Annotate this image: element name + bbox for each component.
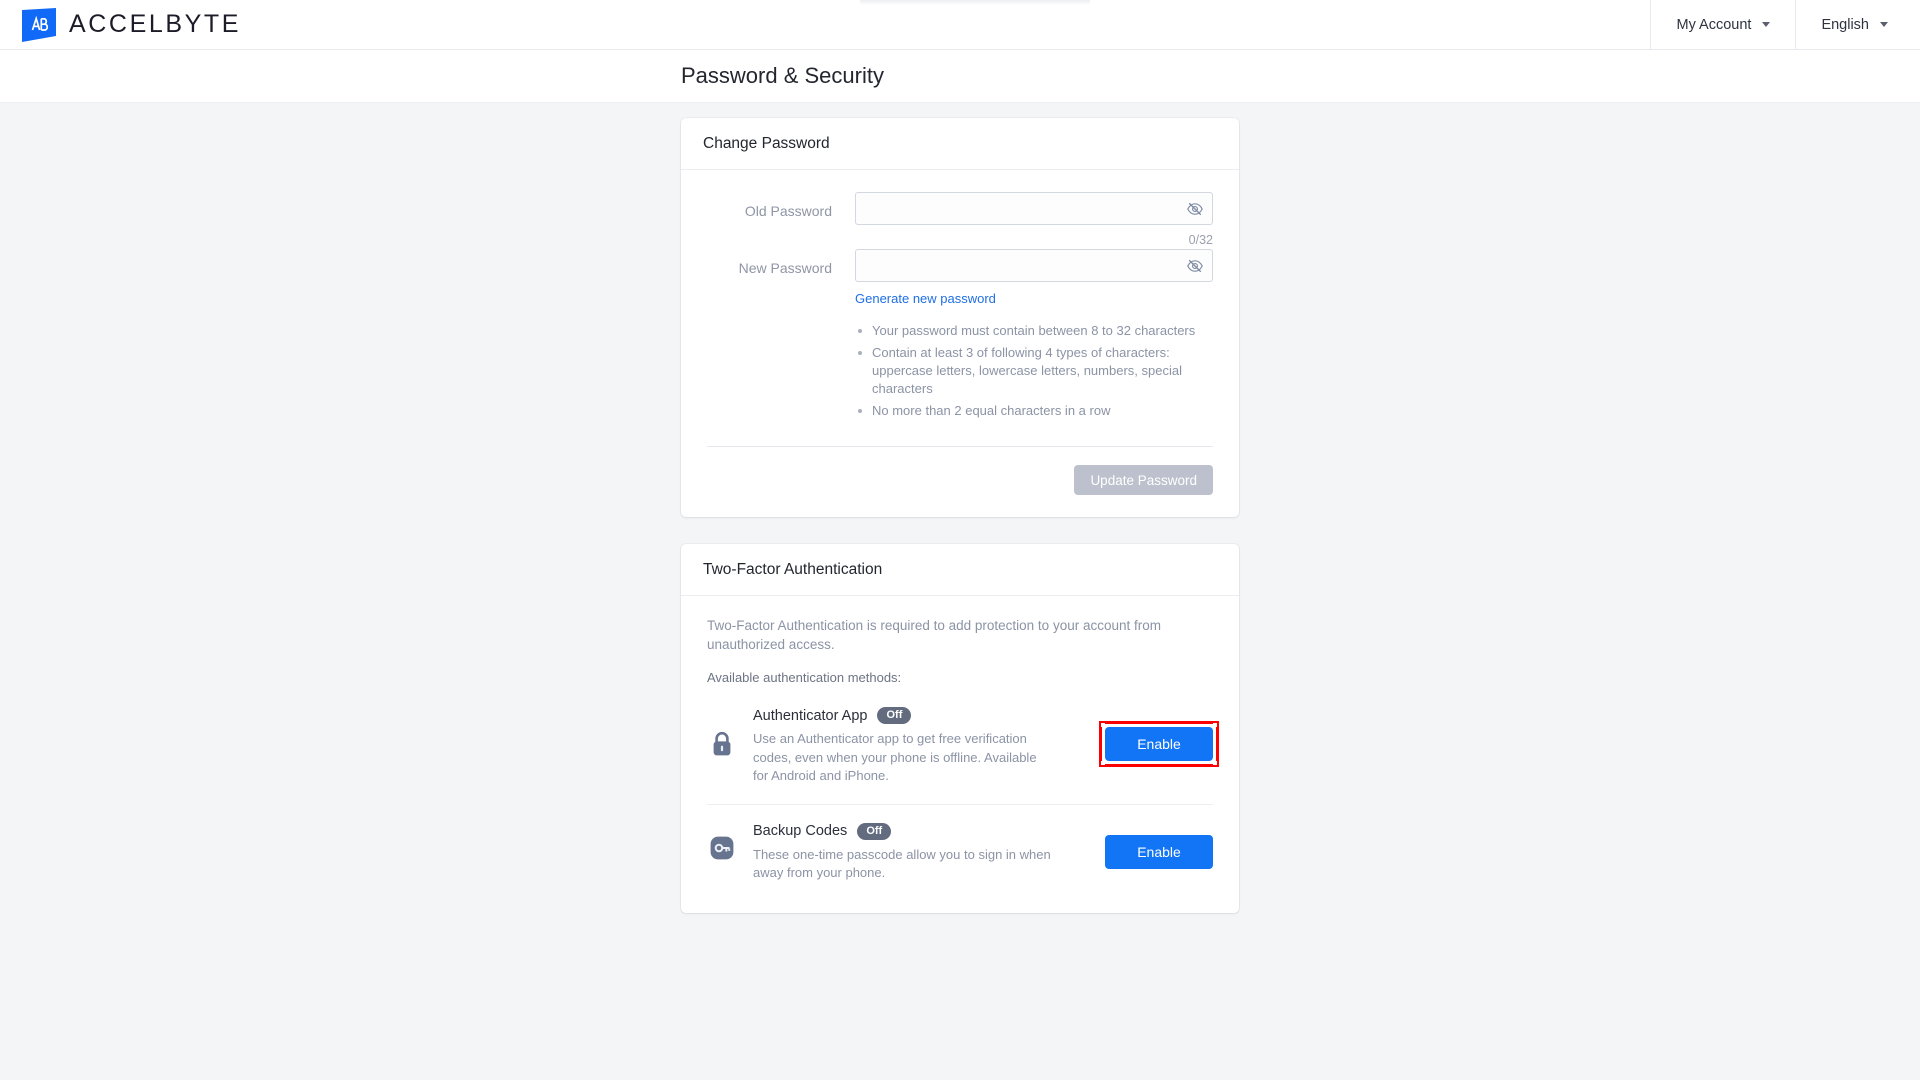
page-title-bar: Password & Security xyxy=(0,50,1920,103)
generate-new-password-link[interactable]: Generate new password xyxy=(855,291,996,306)
backup-codes-action-wrap: Enable xyxy=(1105,823,1213,869)
available-methods-label: Available authentication methods: xyxy=(707,670,902,685)
brand-logo[interactable]: ACCELBYTE xyxy=(22,7,242,42)
method-row-authenticator-app: Authenticator App Off Use an Authenticat… xyxy=(707,699,1219,800)
language-menu[interactable]: English xyxy=(1795,0,1920,50)
two-factor-description: Two-Factor Authentication is required to… xyxy=(707,618,1161,652)
old-password-input-wrap xyxy=(855,192,1213,225)
change-password-card-title: Change Password xyxy=(681,118,1239,170)
backup-codes-description: These one-time passcode allow you to sig… xyxy=(753,846,1051,881)
chevron-down-icon xyxy=(1762,22,1771,27)
my-account-menu[interactable]: My Account xyxy=(1650,0,1795,50)
top-nav-right-group: My Account English xyxy=(1650,0,1920,50)
password-requirements-list: Your password must contain between 8 to … xyxy=(855,322,1213,420)
authenticator-title: Authenticator App xyxy=(753,707,868,724)
method-row-backup-codes: Backup Codes Off These one-time passcode… xyxy=(707,803,1213,897)
backup-codes-status-badge: Off xyxy=(857,822,892,840)
lock-icon xyxy=(713,731,731,756)
new-password-input-wrap xyxy=(855,249,1213,282)
backup-codes-text-block: Backup Codes Off These one-time passcode… xyxy=(737,822,1105,883)
toggle-old-password-visibility-button[interactable] xyxy=(1185,199,1205,219)
two-factor-card-title: Two-Factor Authentication xyxy=(681,544,1239,596)
authenticator-text-block: Authenticator App Off Use an Authenticat… xyxy=(737,707,1105,786)
content-column: Change Password Old Password New Passwor… xyxy=(681,118,1239,913)
toggle-new-password-visibility-button[interactable] xyxy=(1185,256,1205,276)
backup-codes-title-line: Backup Codes Off xyxy=(753,822,1093,840)
my-account-label: My Account xyxy=(1676,16,1752,33)
new-password-char-counter: 0/32 xyxy=(1188,233,1213,247)
eye-slash-icon xyxy=(1187,259,1203,272)
enable-backup-codes-button[interactable]: Enable xyxy=(1105,834,1213,869)
old-password-input[interactable] xyxy=(855,192,1213,225)
key-icon xyxy=(710,836,734,859)
old-password-field-group xyxy=(855,192,1213,225)
brand-name: ACCELBYTE xyxy=(69,10,242,38)
change-password-card-body: Old Password New Password 0/32 Generate … xyxy=(681,170,1239,517)
two-factor-card-body: Two-Factor Authentication is required to… xyxy=(681,596,1239,913)
new-password-row: New Password 0/32 Generate new password … xyxy=(707,233,1213,424)
backup-codes-icon-wrap xyxy=(707,823,737,861)
old-password-row: Old Password xyxy=(707,192,1213,225)
authenticator-description: Use an Authenticator app to get free ver… xyxy=(753,731,1037,783)
new-password-input[interactable] xyxy=(855,249,1213,282)
language-label: English xyxy=(1821,16,1869,33)
new-password-field-group: 0/32 Generate new password Your password… xyxy=(855,233,1213,424)
accelbyte-logo-icon xyxy=(22,7,56,42)
enable-authenticator-app-button[interactable]: Enable xyxy=(1105,727,1213,761)
eye-slash-icon xyxy=(1187,202,1203,215)
new-password-label: New Password xyxy=(738,260,832,276)
update-password-button[interactable]: Update Password xyxy=(1074,465,1213,495)
authenticator-title-line: Authenticator App Off xyxy=(753,707,1093,724)
two-factor-authentication-card: Two-Factor Authentication Two-Factor Aut… xyxy=(681,544,1239,913)
authenticator-icon-wrap xyxy=(707,707,737,757)
change-password-actions: Update Password xyxy=(707,447,1213,495)
old-password-label: Old Password xyxy=(744,203,832,219)
chevron-down-icon xyxy=(1880,22,1888,27)
authenticator-action-wrap: Enable xyxy=(1099,707,1219,767)
password-rule-item: Contain at least 3 of following 4 types … xyxy=(855,344,1213,398)
password-rule-item: No more than 2 equal characters in a row xyxy=(855,402,1213,420)
authenticator-status-badge: Off xyxy=(877,707,912,724)
top-navigation-bar: ACCELBYTE My Account English xyxy=(0,0,1920,50)
page-content: Change Password Old Password New Passwor… xyxy=(0,103,1920,1080)
change-password-card: Change Password Old Password New Passwor… xyxy=(681,118,1239,517)
password-rule-item: Your password must contain between 8 to … xyxy=(855,322,1213,340)
page-title: Password & Security xyxy=(681,63,884,88)
backup-codes-title: Backup Codes xyxy=(753,823,848,839)
topbar-shadow xyxy=(860,0,1090,5)
